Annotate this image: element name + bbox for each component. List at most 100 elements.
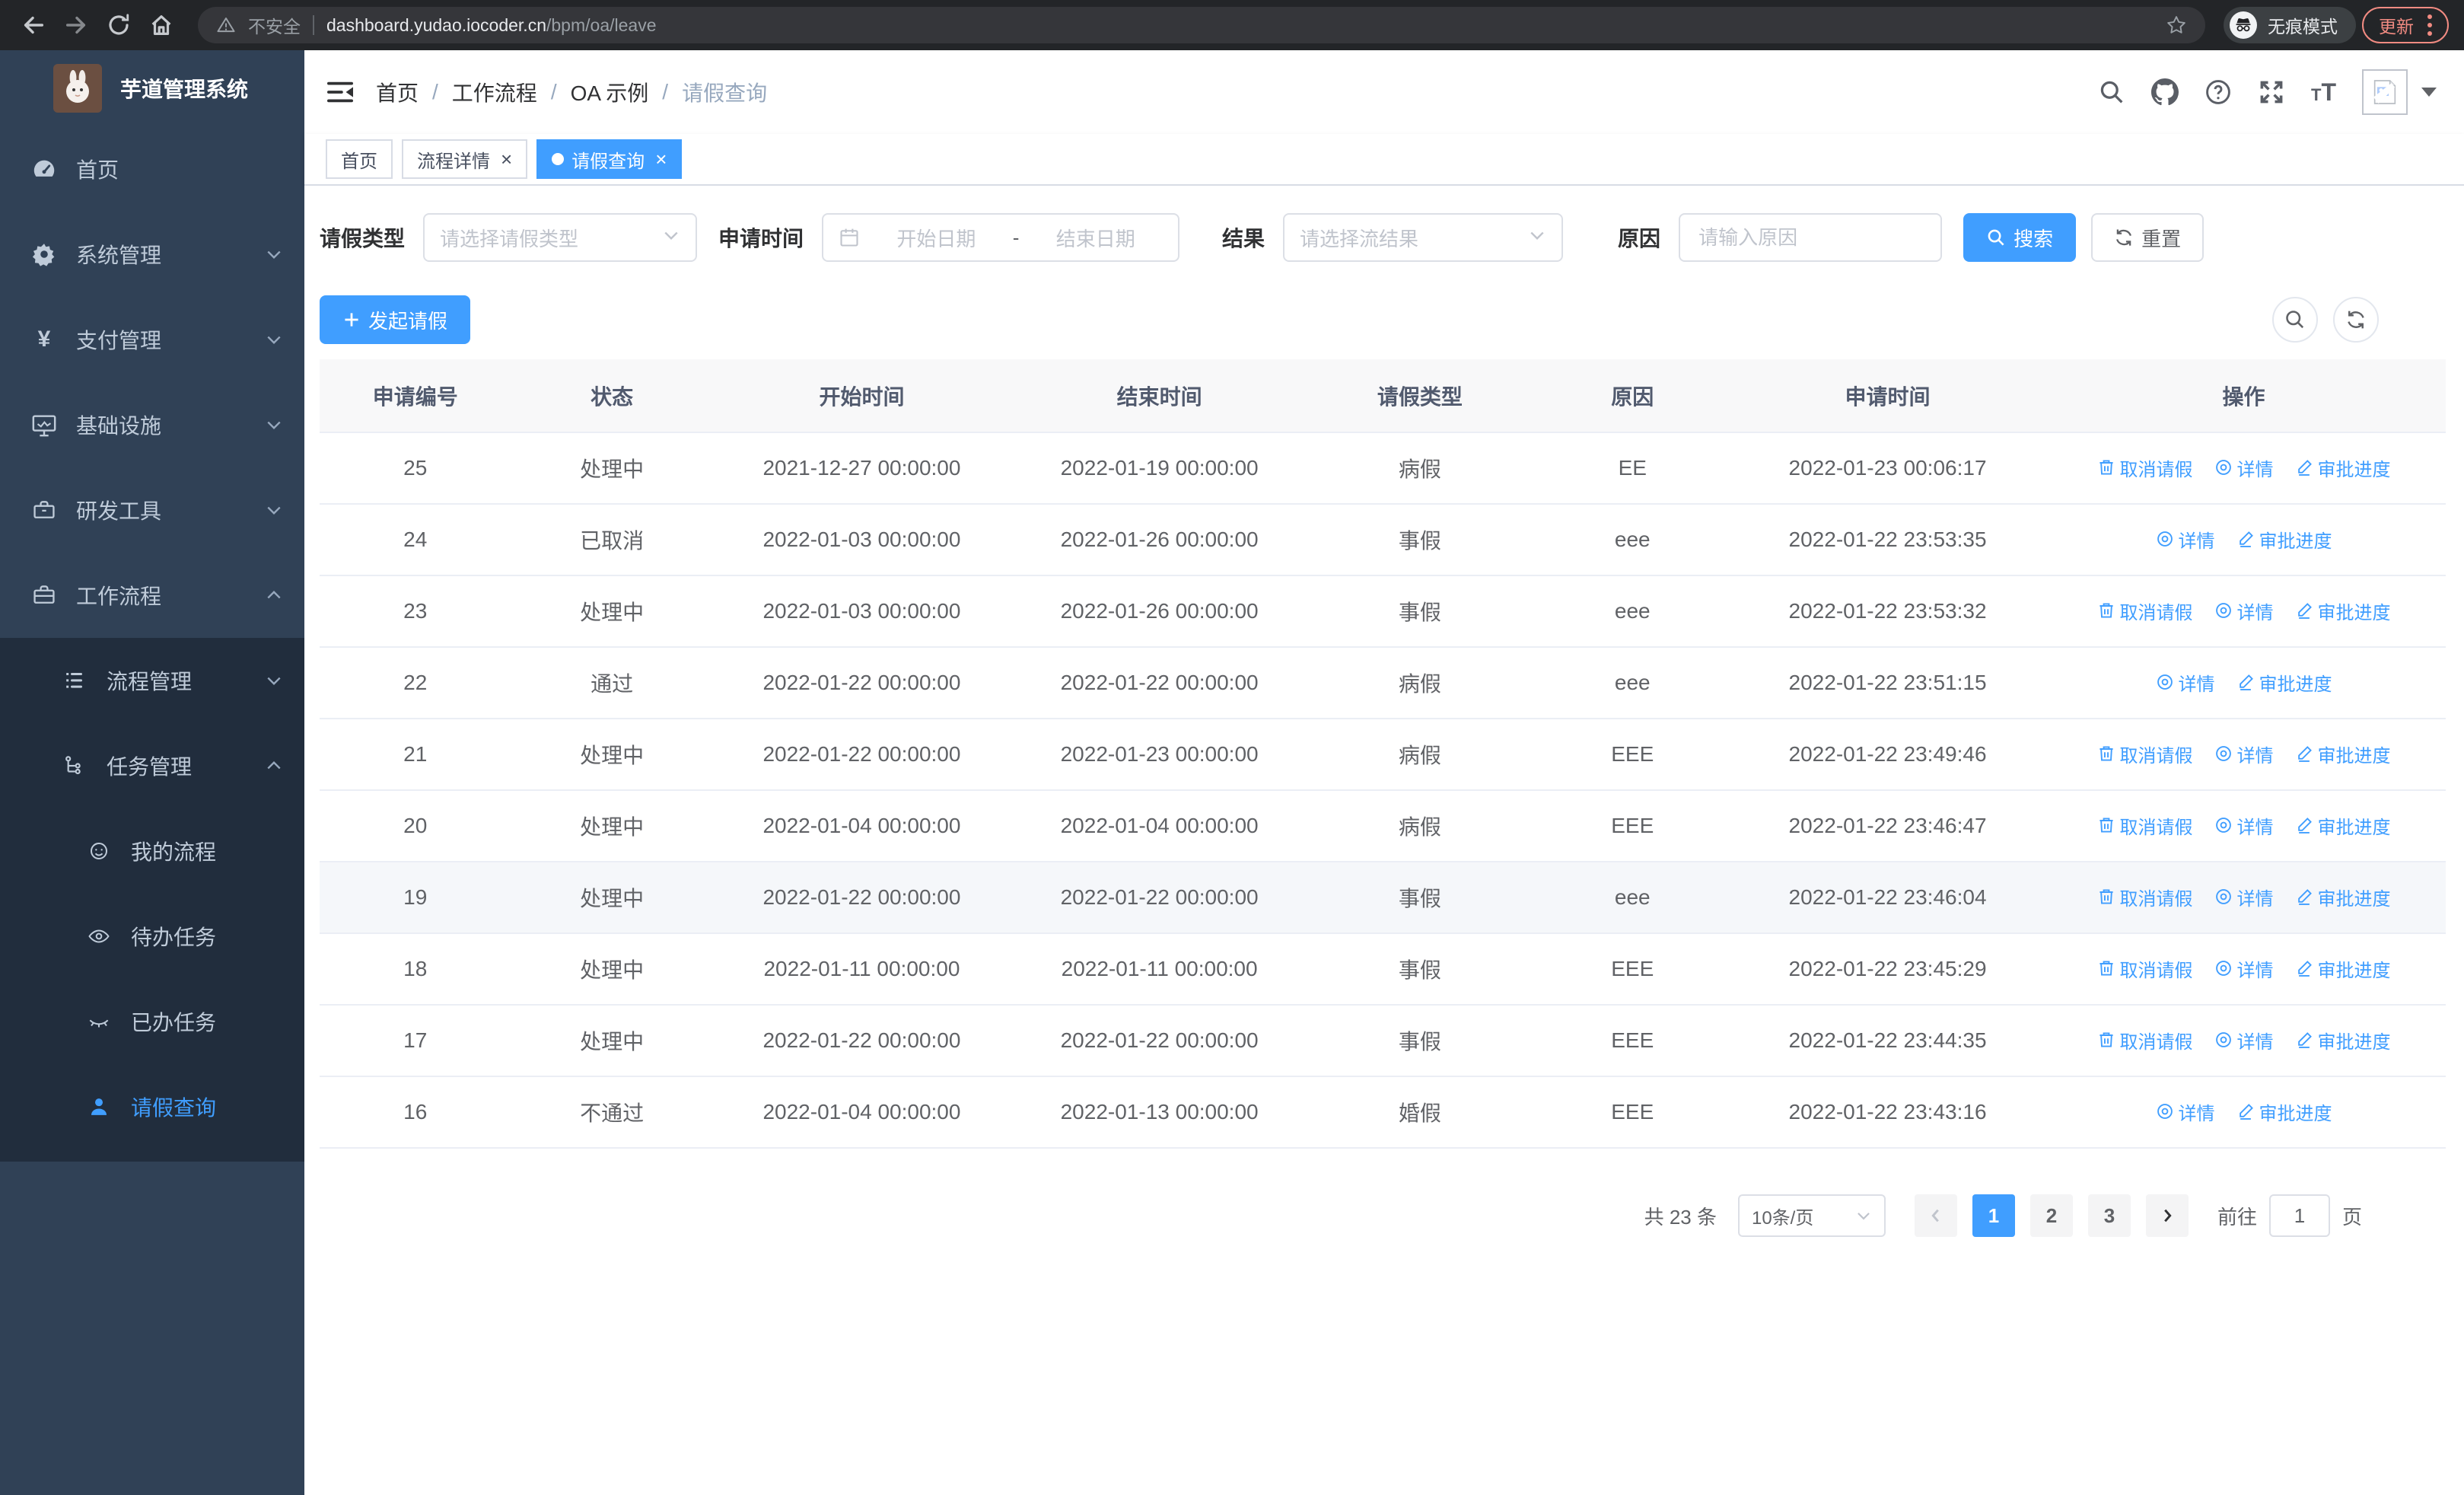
cell-type: 事假 (1308, 504, 1532, 576)
reload-icon[interactable] (100, 7, 137, 43)
close-tab-icon[interactable]: × (655, 149, 667, 169)
sidebar-item-infra[interactable]: 基础设施 (0, 382, 304, 467)
action-cancel[interactable]: 取消请假 (2097, 955, 2193, 982)
page-content: 请假类型 请选择请假类型 申请时间 开始日期 - 结束日期 结果 请选择流结果 … (304, 186, 2464, 1495)
next-page-button[interactable] (2145, 1194, 2189, 1237)
create-leave-button[interactable]: 发起请假 (320, 295, 471, 344)
bookmark-star-icon[interactable] (2166, 14, 2187, 36)
goto-page-input[interactable] (2268, 1194, 2330, 1237)
caret-down-icon[interactable] (2421, 88, 2437, 97)
cell-apply_time: 2022-01-22 23:46:04 (1733, 862, 2042, 934)
update-button[interactable]: 更新 (2362, 7, 2449, 43)
reason-input[interactable] (1679, 213, 1943, 262)
action-cancel[interactable]: 取消请假 (2097, 1027, 2193, 1054)
sidebar-item-system[interactable]: 系统管理 (0, 212, 304, 297)
fullscreen-icon[interactable] (2258, 78, 2285, 106)
leave-type-label: 请假类型 (320, 227, 406, 250)
sidebar-item-payment[interactable]: ¥ 支付管理 (0, 297, 304, 382)
sidebar-item-leave-query[interactable]: 请假查询 (0, 1064, 304, 1149)
action-detail[interactable]: 详情 (2156, 669, 2215, 696)
page-button-3[interactable]: 3 (2087, 1194, 2131, 1237)
sidebar-item-label: 请假查询 (131, 1096, 217, 1120)
action-progress[interactable]: 审批进度 (2295, 454, 2391, 481)
search-icon[interactable] (2098, 78, 2125, 106)
sidebar-item-home[interactable]: 首页 (0, 126, 304, 212)
reset-button[interactable]: 重置 (2091, 213, 2205, 262)
search-button[interactable]: 搜索 (1963, 213, 2077, 262)
tab-process-detail[interactable]: 流程详情 × (402, 139, 528, 179)
security-warning-icon[interactable] (216, 15, 236, 35)
action-progress[interactable]: 审批进度 (2295, 598, 2391, 624)
user-icon (85, 1095, 113, 1118)
action-progress[interactable]: 审批进度 (2236, 669, 2332, 696)
action-detail[interactable]: 详情 (2214, 955, 2274, 982)
action-progress[interactable]: 审批进度 (2295, 1027, 2391, 1054)
action-cancel[interactable]: 取消请假 (2097, 454, 2193, 481)
action-cancel[interactable]: 取消请假 (2097, 741, 2193, 767)
cell-actions: 详情 审批进度 (2042, 1076, 2446, 1149)
refresh-table-button[interactable] (2333, 297, 2379, 343)
tab-home[interactable]: 首页 (326, 139, 393, 179)
sidebar-item-task-mgmt[interactable]: 任务管理 (0, 723, 304, 808)
action-detail[interactable]: 详情 (2156, 526, 2215, 553)
action-detail[interactable]: 详情 (2214, 454, 2274, 481)
apply-time-range-picker[interactable]: 开始日期 - 结束日期 (822, 213, 1180, 262)
action-detail[interactable]: 详情 (2214, 812, 2274, 839)
sidebar-item-done-task[interactable]: 已办任务 (0, 979, 304, 1064)
action-progress[interactable]: 审批进度 (2236, 526, 2332, 553)
action-detail[interactable]: 详情 (2214, 1027, 2274, 1054)
action-detail[interactable]: 详情 (2214, 741, 2274, 767)
home-icon[interactable] (143, 7, 180, 43)
close-tab-icon[interactable]: × (501, 149, 512, 169)
table-row: 23 处理中 2022-01-03 00:00:00 2022-01-26 00:00… (320, 575, 2446, 648)
page-button-1[interactable]: 1 (1972, 1194, 2015, 1237)
sidebar-item-process-mgmt[interactable]: 流程管理 (0, 638, 304, 723)
action-cancel[interactable]: 取消请假 (2097, 884, 2193, 910)
forward-icon[interactable] (58, 7, 94, 43)
cell-status: 处理中 (511, 862, 713, 934)
page-button-2[interactable]: 2 (2029, 1194, 2073, 1237)
prev-page-button[interactable] (1914, 1194, 1957, 1237)
action-progress[interactable]: 审批进度 (2295, 884, 2391, 910)
action-label: 取消请假 (2119, 459, 2193, 480)
leave-type-select[interactable]: 请选择请假类型 (423, 213, 698, 262)
github-icon[interactable] (2151, 78, 2179, 106)
sidebar-item-todo-task[interactable]: 待办任务 (0, 894, 304, 979)
cell-status: 处理中 (511, 719, 713, 791)
action-label: 取消请假 (2119, 745, 2193, 767)
help-icon[interactable] (2205, 78, 2232, 106)
breadcrumb-item[interactable]: 工作流程 (452, 77, 537, 107)
page-size-select[interactable]: 10条/页 (1737, 1194, 1886, 1237)
result-select[interactable]: 请选择流结果 (1283, 213, 1564, 262)
active-tab-dot (552, 153, 565, 165)
action-progress[interactable]: 审批进度 (2236, 1098, 2332, 1125)
breadcrumb-item[interactable]: OA 示例 (571, 77, 649, 107)
action-detail[interactable]: 详情 (2214, 598, 2274, 624)
show-search-button[interactable] (2272, 297, 2318, 343)
action-cancel[interactable]: 取消请假 (2097, 598, 2193, 624)
font-size-icon[interactable]: TT (2311, 80, 2336, 104)
cell-status: 通过 (511, 647, 713, 719)
action-label: 取消请假 (2119, 1031, 2193, 1053)
action-cancel[interactable]: 取消请假 (2097, 812, 2193, 839)
action-progress[interactable]: 审批进度 (2295, 812, 2391, 839)
back-icon[interactable] (15, 7, 52, 43)
address-bar[interactable]: 不安全 dashboard.yudao.iocoder.cn/bpm/oa/le… (198, 7, 2205, 43)
action-progress[interactable]: 审批进度 (2295, 955, 2391, 982)
avatar[interactable] (2362, 69, 2408, 115)
tab-leave-query[interactable]: 请假查询 × (536, 139, 683, 179)
sidebar-item-workflow[interactable]: 工作流程 (0, 553, 304, 638)
sidebar-item-devtools[interactable]: 研发工具 (0, 467, 304, 553)
action-progress[interactable]: 审批进度 (2295, 741, 2391, 767)
cell-reason: eee (1531, 647, 1733, 719)
sidebar-toggle-icon[interactable] (326, 79, 355, 105)
cell-start: 2022-01-22 00:00:00 (712, 719, 1011, 791)
action-detail[interactable]: 详情 (2156, 1098, 2215, 1125)
browser-menu-icon[interactable] (2427, 14, 2432, 36)
sidebar-item-my-process[interactable]: 我的流程 (0, 808, 304, 894)
cell-apply_time: 2022-01-23 00:06:17 (1733, 432, 2042, 505)
action-detail[interactable]: 详情 (2214, 884, 2274, 910)
main-area: 首页 / 工作流程 / OA 示例 / 请假查询 TT 首页 流程详情 × 请假查询 × 请假类型 … (304, 50, 2464, 1495)
breadcrumb-item[interactable]: 首页 (376, 77, 419, 107)
cell-reason: eee (1531, 575, 1733, 648)
